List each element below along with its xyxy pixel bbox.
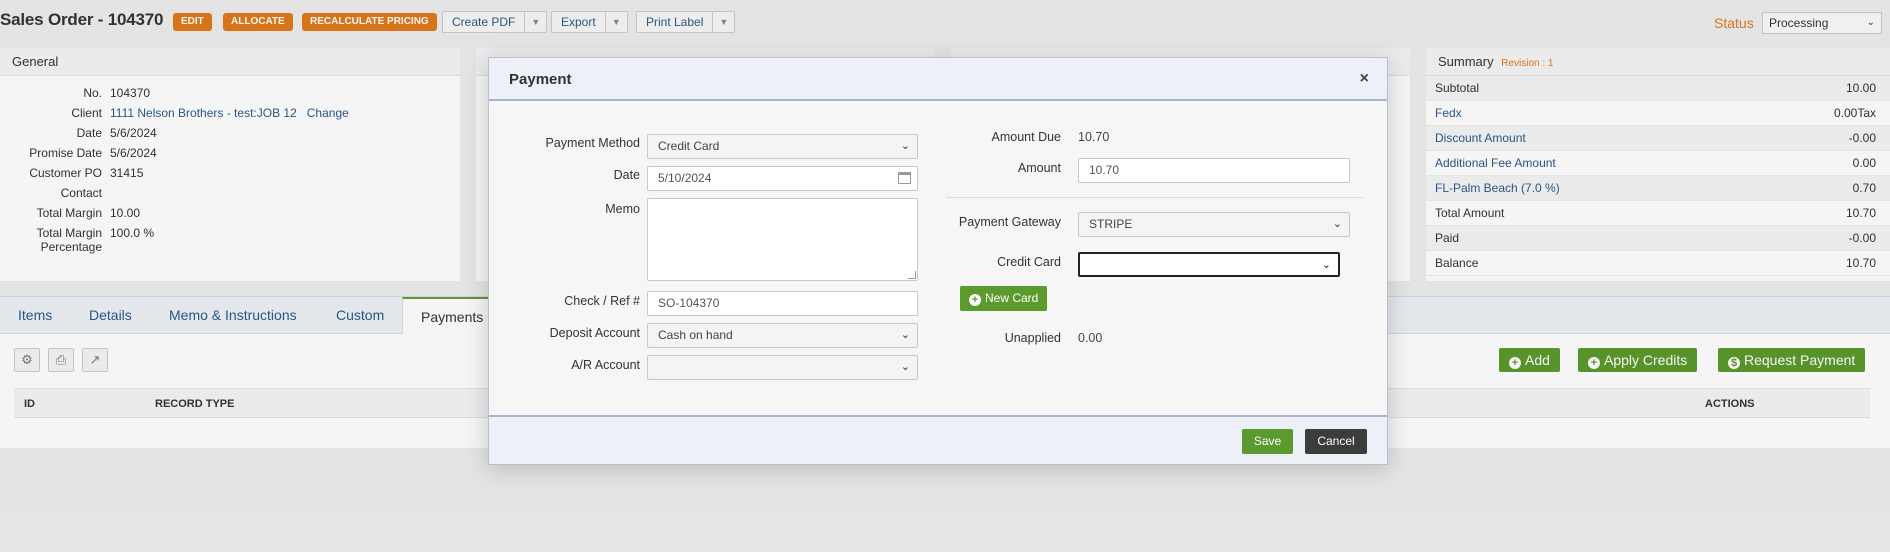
check-ref-label: Check / Ref # <box>564 294 640 308</box>
payment-gateway-value: STRIPE <box>1089 217 1133 231</box>
payment-method-select[interactable]: Credit Card ⌄ <box>647 134 918 159</box>
chevron-down-icon: ⌄ <box>900 140 910 152</box>
amount-due-label: Amount Due <box>991 130 1061 144</box>
save-button[interactable]: Save <box>1242 429 1293 454</box>
amount-input[interactable]: 10.70 <box>1078 158 1350 183</box>
plus-circle-icon: + <box>969 294 981 306</box>
chevron-down-icon: ⌄ <box>900 329 910 341</box>
modal-title: Payment <box>509 71 572 88</box>
close-icon[interactable]: × <box>1360 70 1369 88</box>
check-ref-value: SO-104370 <box>658 296 720 310</box>
section-divider <box>946 197 1363 198</box>
credit-card-label: Credit Card <box>997 255 1061 269</box>
modal-header: Payment × <box>489 58 1387 101</box>
payment-gateway-select[interactable]: STRIPE ⌄ <box>1078 212 1350 237</box>
modal-footer: Save Cancel <box>489 415 1387 464</box>
amount-label: Amount <box>1017 161 1061 175</box>
date-value: 5/10/2024 <box>658 171 712 185</box>
unapplied-label: Unapplied <box>1004 331 1061 345</box>
cancel-button[interactable]: Cancel <box>1305 429 1367 454</box>
deposit-account-label: Deposit Account <box>549 326 640 340</box>
resize-handle-icon[interactable] <box>908 271 916 279</box>
memo-label: Memo <box>605 202 640 216</box>
memo-textarea[interactable] <box>647 198 918 281</box>
payment-method-label: Payment Method <box>545 136 641 150</box>
unapplied-value: 0.00 <box>1078 331 1103 345</box>
check-ref-input[interactable]: SO-104370 <box>647 291 918 316</box>
payment-method-value: Credit Card <box>658 139 720 153</box>
chevron-down-icon: ⌄ <box>1332 218 1342 230</box>
chevron-down-icon: ⌄ <box>1321 259 1331 271</box>
deposit-account-value: Cash on hand <box>658 328 733 342</box>
date-label: Date <box>613 168 640 182</box>
new-card-label: New Card <box>985 291 1039 305</box>
payment-gateway-label: Payment Gateway <box>958 215 1061 229</box>
payment-modal: Payment × Payment Method Credit Card ⌄ D… <box>488 57 1388 465</box>
ar-account-select[interactable]: ⌄ <box>647 355 918 380</box>
amount-due-value: 10.70 <box>1078 130 1110 144</box>
ar-account-label: A/R Account <box>571 358 640 372</box>
chevron-down-icon: ⌄ <box>900 361 910 373</box>
credit-card-select[interactable]: ⌄ <box>1078 252 1340 277</box>
deposit-account-select[interactable]: Cash on hand ⌄ <box>647 323 918 348</box>
date-input[interactable]: 5/10/2024 <box>647 166 918 191</box>
amount-value: 10.70 <box>1089 163 1120 177</box>
new-card-button[interactable]: + New Card <box>960 286 1048 311</box>
calendar-icon[interactable] <box>898 172 911 184</box>
